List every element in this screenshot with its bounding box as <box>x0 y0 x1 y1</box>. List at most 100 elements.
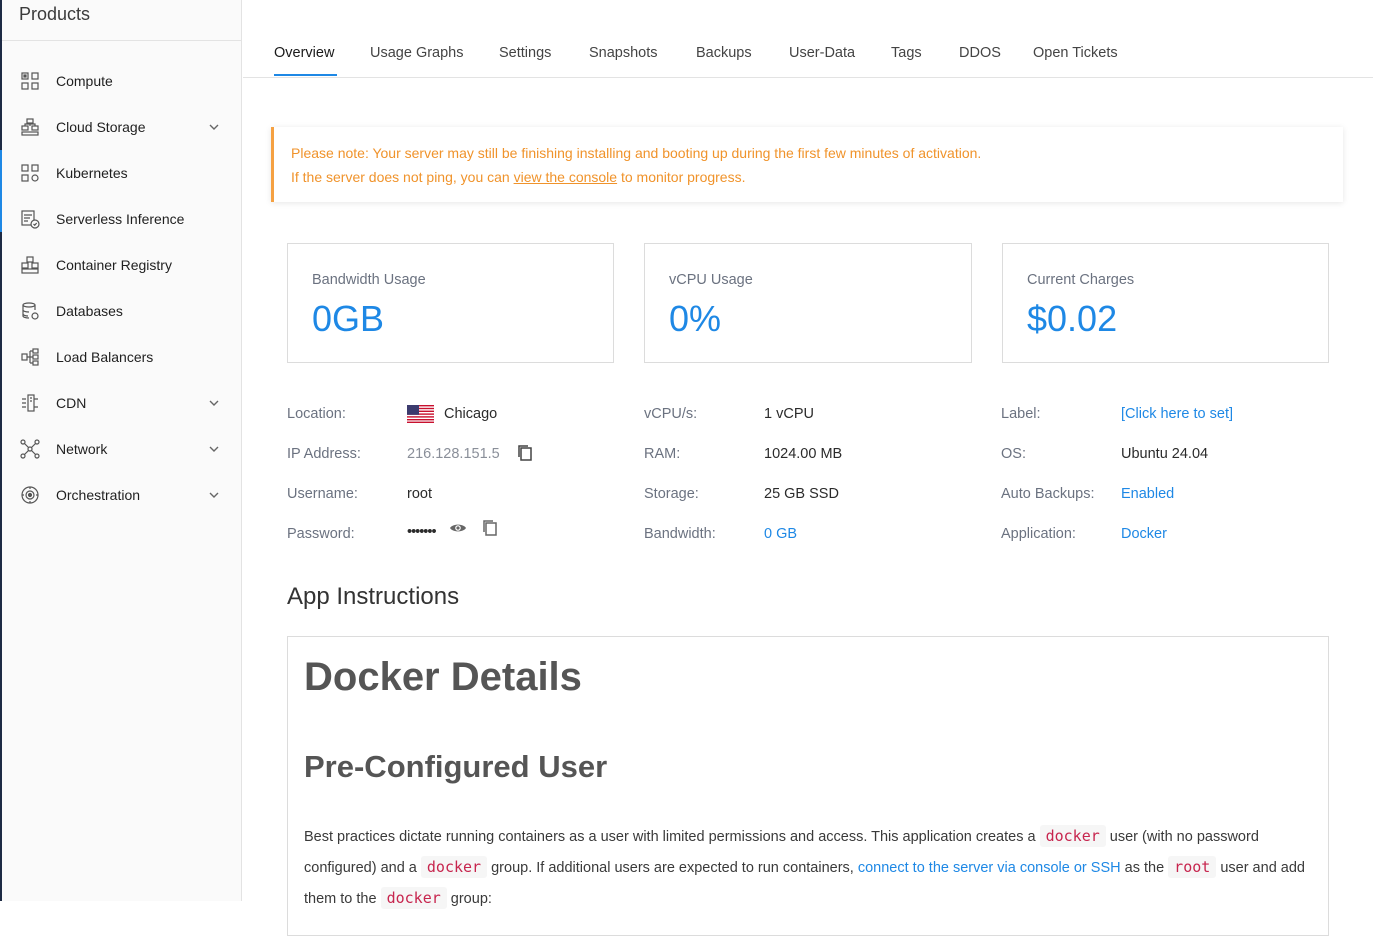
tab-backups[interactable]: Backups <box>696 45 752 61</box>
paragraph-text: Best practices dictate running container… <box>304 829 1040 845</box>
cdn-icon <box>20 393 40 413</box>
sidebar-item-network[interactable]: Network <box>2 426 242 472</box>
ip-address-value: 216.128.151.5 <box>407 446 500 462</box>
tab-ddos[interactable]: DDOS <box>959 45 1001 61</box>
load-balancer-icon <box>20 347 40 367</box>
tab-usage-graphs[interactable]: Usage Graphs <box>370 45 464 61</box>
sidebar-item-compute[interactable]: Compute <box>2 58 242 104</box>
database-icon <box>20 301 40 321</box>
cloud-storage-icon <box>20 117 40 137</box>
sidebar: Products Compute Cloud Storage Kubernete… <box>0 0 242 901</box>
tab-snapshots[interactable]: Snapshots <box>589 45 658 61</box>
kubernetes-icon <box>20 163 40 183</box>
location-value: Chicago <box>444 406 498 422</box>
instructions-paragraph: Best practices dictate running container… <box>304 821 1314 914</box>
sidebar-item-label: Container Registry <box>56 257 172 273</box>
card-title: Bandwidth Usage <box>312 272 426 288</box>
server-label-label: Label: <box>1001 406 1041 422</box>
tab-overview[interactable]: Overview <box>274 45 334 61</box>
sidebar-item-label: Network <box>56 441 108 457</box>
os-label: OS: <box>1001 446 1026 462</box>
inline-code: docker <box>420 856 488 878</box>
auto-backups-label: Auto Backups: <box>1001 486 1095 502</box>
password-label: Password: <box>287 526 355 542</box>
vcpu-usage-card: vCPU Usage 0% <box>644 243 972 363</box>
pre-configured-user-heading: Pre-Configured User <box>304 749 608 784</box>
bandwidth-value[interactable]: 0 GB <box>764 526 797 542</box>
app-instructions-box: Docker Details Pre-Configured User Best … <box>287 636 1329 936</box>
sidebar-divider <box>2 40 242 41</box>
sidebar-item-label: Load Balancers <box>56 349 154 365</box>
container-registry-icon <box>20 255 40 275</box>
sidebar-item-label: Orchestration <box>56 487 141 503</box>
inline-code: docker <box>380 887 447 909</box>
docker-details-heading: Docker Details <box>304 655 582 699</box>
password-value: ••••••• <box>407 524 437 540</box>
app-instructions-heading: App Instructions <box>287 583 460 610</box>
bandwidth-label: Bandwidth: <box>644 526 716 542</box>
show-password-eye-icon[interactable] <box>449 521 467 535</box>
card-value: 0GB <box>312 298 385 339</box>
sidebar-item-container-registry[interactable]: Container Registry <box>2 242 242 288</box>
sidebar-item-orchestration[interactable]: Orchestration <box>2 472 242 518</box>
active-tab-indicator <box>274 74 337 76</box>
sidebar-item-databases[interactable]: Databases <box>2 288 242 334</box>
notice-text: to monitor progress. <box>617 169 746 185</box>
sidebar-item-serverless-inference[interactable]: Serverless Inference <box>2 196 242 242</box>
storage-value: 25 GB SSD <box>764 486 839 502</box>
ram-value: 1024.00 MB <box>764 446 843 462</box>
tab-tags[interactable]: Tags <box>891 45 922 61</box>
current-charges-card: Current Charges $0.02 <box>1002 243 1329 363</box>
sidebar-item-label: Compute <box>56 73 113 89</box>
copy-password-icon[interactable] <box>481 519 499 537</box>
chevron-down-icon <box>209 492 219 498</box>
ip-address-label: IP Address: <box>287 446 361 462</box>
sidebar-item-load-balancers[interactable]: Load Balancers <box>2 334 242 380</box>
sidebar-item-label: Cloud Storage <box>56 119 146 135</box>
sidebar-item-label: Kubernetes <box>56 165 128 181</box>
storage-label: Storage: <box>644 486 699 502</box>
serverless-icon <box>20 209 40 229</box>
sidebar-item-cdn[interactable]: CDN <box>2 380 242 426</box>
set-label-link[interactable]: [Click here to set] <box>1121 406 1233 422</box>
paragraph-text: as the <box>1120 860 1169 876</box>
sidebar-item-cloud-storage[interactable]: Cloud Storage <box>2 104 242 150</box>
card-value: $0.02 <box>1027 298 1118 339</box>
copy-icon[interactable] <box>516 444 534 462</box>
network-icon <box>20 439 40 459</box>
notice-text: If the server does not ping, you can <box>291 169 514 185</box>
orchestration-icon <box>20 485 40 505</box>
username-label: Username: <box>287 486 358 502</box>
tab-user-data[interactable]: User-Data <box>789 45 855 61</box>
sidebar-nav: Compute Cloud Storage Kubernetes Serverl… <box>2 58 242 518</box>
notice-line-2: If the server does not ping, you can vie… <box>291 165 1326 189</box>
application-link[interactable]: Docker <box>1121 526 1167 542</box>
card-title: vCPU Usage <box>669 272 753 288</box>
vcpu-value: 1 vCPU <box>764 406 814 422</box>
connect-console-ssh-link[interactable]: connect to the server via console or SSH <box>858 860 1121 876</box>
chevron-down-icon <box>209 124 219 130</box>
auto-backups-link[interactable]: Enabled <box>1121 486 1174 502</box>
bandwidth-usage-card: Bandwidth Usage 0GB <box>287 243 614 363</box>
tab-open-tickets[interactable]: Open Tickets <box>1033 45 1118 61</box>
sidebar-title: Products <box>19 4 91 24</box>
tab-settings[interactable]: Settings <box>499 45 551 61</box>
application-label: Application: <box>1001 526 1076 542</box>
activation-notice: Please note: Your server may still be fi… <box>271 127 1343 202</box>
paragraph-text: group. If additional users are expected … <box>487 860 858 876</box>
ram-label: RAM: <box>644 446 681 462</box>
chevron-down-icon <box>209 400 219 406</box>
inline-code: root <box>1168 856 1217 878</box>
vcpu-label: vCPU/s: <box>644 406 698 422</box>
sidebar-item-label: Databases <box>56 303 123 319</box>
sidebar-item-label: Serverless Inference <box>56 211 185 227</box>
card-value: 0% <box>669 298 722 339</box>
sidebar-item-kubernetes[interactable]: Kubernetes <box>2 150 242 196</box>
os-value: Ubuntu 24.04 <box>1121 446 1209 462</box>
us-flag-icon <box>407 405 434 423</box>
view-console-link[interactable]: view the console <box>514 169 618 185</box>
tab-bar: Overview Usage Graphs Settings Snapshots… <box>243 0 1373 78</box>
username-value: root <box>407 486 432 502</box>
inline-code: docker <box>1039 825 1106 847</box>
card-title: Current Charges <box>1027 272 1135 288</box>
